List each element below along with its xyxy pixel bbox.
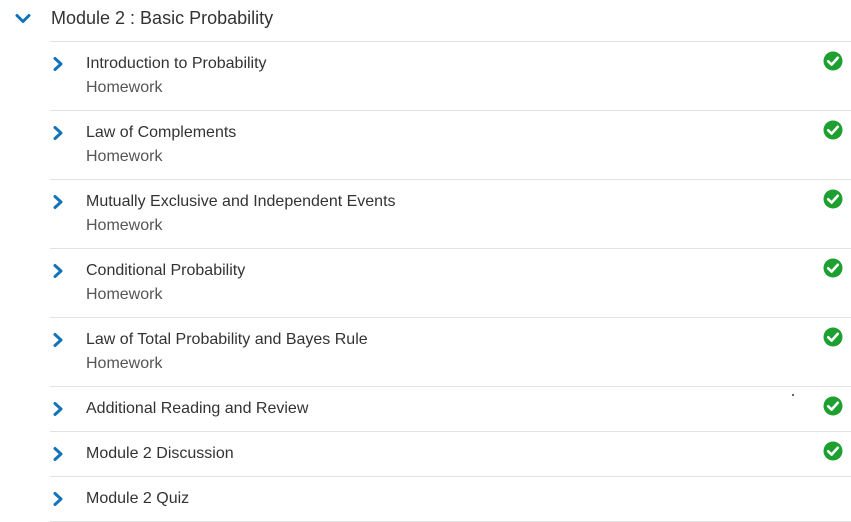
- stray-dot: [792, 394, 794, 396]
- module-item[interactable]: Additional Reading and Review: [50, 387, 851, 432]
- module-item-title[interactable]: Conditional Probability: [86, 261, 245, 281]
- module-item-title[interactable]: Module 2 Quiz: [86, 489, 189, 509]
- check-circle-icon: [823, 441, 843, 461]
- module-item-subtitle: Homework: [86, 79, 163, 96]
- chevron-right-icon[interactable]: [51, 401, 65, 417]
- chevron-right-icon[interactable]: [51, 263, 65, 279]
- module-item[interactable]: Mutually Exclusive and Independent Event…: [50, 180, 851, 249]
- check-circle-icon: [823, 120, 843, 140]
- module-item[interactable]: Module 2 Discussion: [50, 432, 851, 477]
- chevron-right-icon[interactable]: [51, 194, 65, 210]
- chevron-right-icon[interactable]: [51, 56, 65, 72]
- module-item-title[interactable]: Module 2 Discussion: [86, 444, 234, 464]
- module-item-title[interactable]: Law of Total Probability and Bayes Rule: [86, 330, 368, 350]
- module-item-subtitle: Homework: [86, 355, 163, 372]
- check-circle-icon: [823, 258, 843, 278]
- chevron-right-icon[interactable]: [51, 446, 65, 462]
- module-title: Module 2 : Basic Probability: [51, 8, 274, 28]
- module-item-title[interactable]: Mutually Exclusive and Independent Event…: [86, 192, 396, 212]
- module-item-subtitle: Homework: [86, 148, 163, 165]
- chevron-right-icon[interactable]: [51, 332, 65, 348]
- chevron-right-icon[interactable]: [51, 491, 65, 507]
- module-item[interactable]: Module 2 Quiz: [50, 477, 851, 522]
- module-item[interactable]: Law of Total Probability and Bayes Rule H…: [50, 318, 851, 387]
- chevron-down-icon[interactable]: [14, 10, 32, 28]
- check-circle-icon: [823, 396, 843, 416]
- module-item-subtitle: Homework: [86, 217, 163, 234]
- check-circle-icon: [823, 51, 843, 71]
- check-circle-icon: [823, 189, 843, 209]
- module-item[interactable]: Law of Complements Homework: [50, 111, 851, 180]
- module-item-title[interactable]: Additional Reading and Review: [86, 399, 308, 419]
- module-item-subtitle: Homework: [86, 286, 163, 303]
- module-item-title[interactable]: Introduction to Probability: [86, 54, 267, 74]
- module-item[interactable]: Introduction to Probability Homework: [50, 42, 851, 111]
- check-circle-icon: [823, 327, 843, 347]
- module-item[interactable]: Conditional Probability Homework: [50, 249, 851, 318]
- chevron-right-icon[interactable]: [51, 125, 65, 141]
- module-header[interactable]: Module 2 : Basic Probability: [0, 0, 851, 41]
- module-item-title[interactable]: Law of Complements: [86, 123, 236, 143]
